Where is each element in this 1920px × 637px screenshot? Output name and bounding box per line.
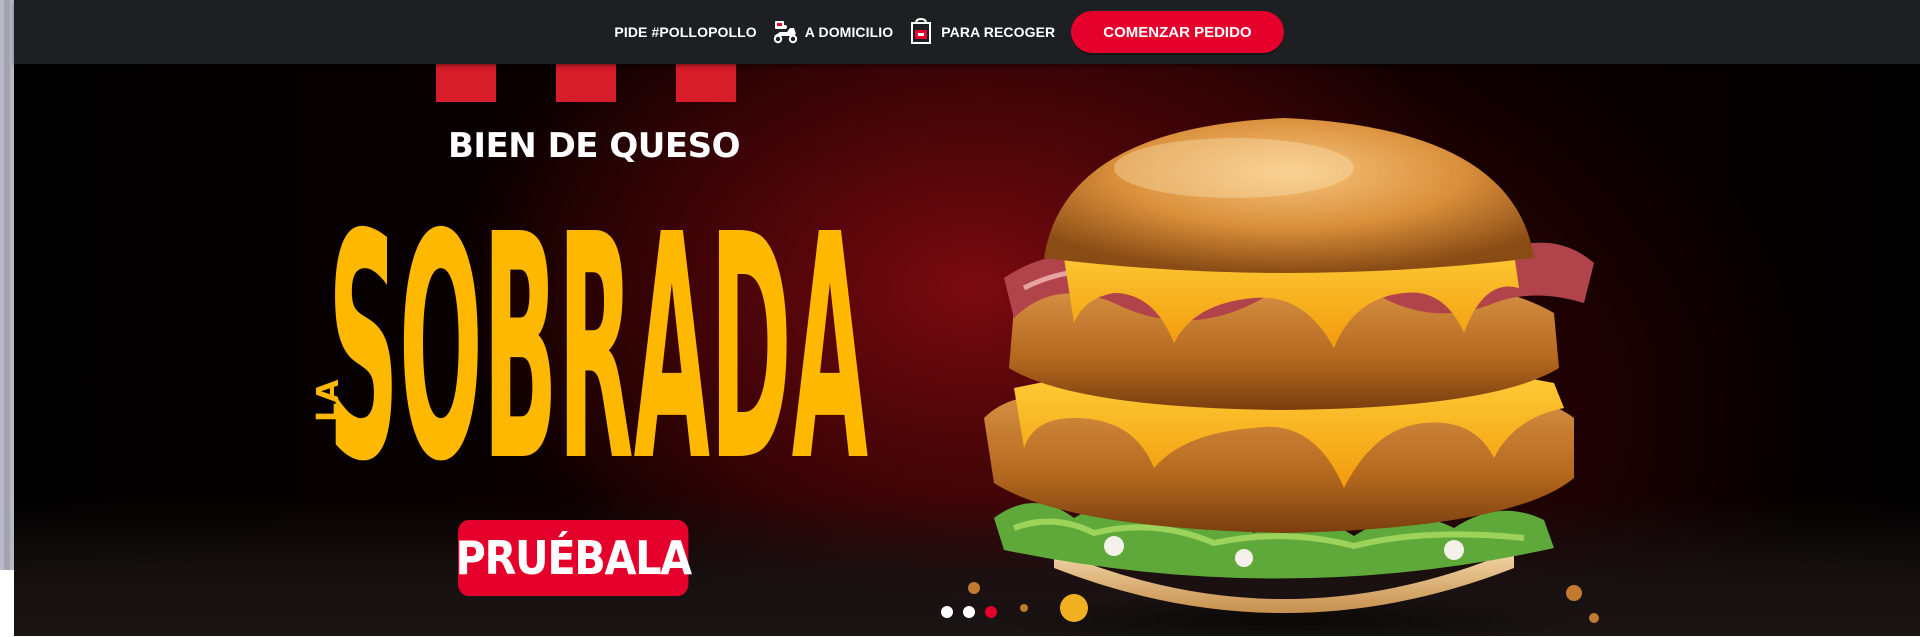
carousel-dot[interactable] (941, 606, 953, 618)
delivery-label: A DOMICILIO (804, 24, 894, 40)
brand-stripe (676, 58, 736, 102)
scrollbar-thumb[interactable] (4, 0, 10, 570)
hero-title: LA SOBRADA (314, 186, 869, 526)
page-gutter (0, 570, 14, 637)
hashtag-label: PIDE #POLLOPOLLO (614, 24, 757, 40)
scrollbar[interactable] (0, 0, 14, 570)
hashtag-link[interactable]: PIDE #POLLOPOLLO (614, 24, 756, 40)
order-bar: PIDE #POLLOPOLLO A DOMICILIO PARA RECOGE… (14, 0, 1920, 64)
try-it-button[interactable]: PRUÉBALA (456, 520, 692, 596)
hero-tagline: BIEN DE QUESO (448, 126, 741, 166)
brand-stripes (436, 58, 756, 102)
carousel-dot-active[interactable] (985, 606, 997, 618)
chicken-burger-image (968, 118, 1599, 636)
pickup-label: PARA RECOGER (941, 24, 1056, 40)
delivery-link[interactable]: A DOMICILIO (771, 18, 893, 46)
pickup-link[interactable]: PARA RECOGER (907, 18, 1055, 46)
order-bar-items: PIDE #POLLOPOLLO A DOMICILIO PARA RECOGE… (614, 11, 1284, 53)
carousel-indicators (941, 606, 997, 618)
start-order-button[interactable]: COMENZAR PEDIDO (1071, 11, 1284, 53)
pickup-bag-icon (911, 18, 932, 44)
carousel-dot[interactable] (963, 606, 975, 618)
hero-title-main: SOBRADA (328, 186, 869, 526)
hero-banner[interactable]: BIEN DE QUESO LA SOBRADA PRUÉBALA (14, 58, 1920, 636)
delivery-scooter-icon (773, 21, 797, 44)
page: BIEN DE QUESO LA SOBRADA PRUÉBALA PIDE #… (0, 0, 1920, 637)
brand-stripe (436, 58, 496, 102)
brand-stripe (556, 58, 616, 102)
